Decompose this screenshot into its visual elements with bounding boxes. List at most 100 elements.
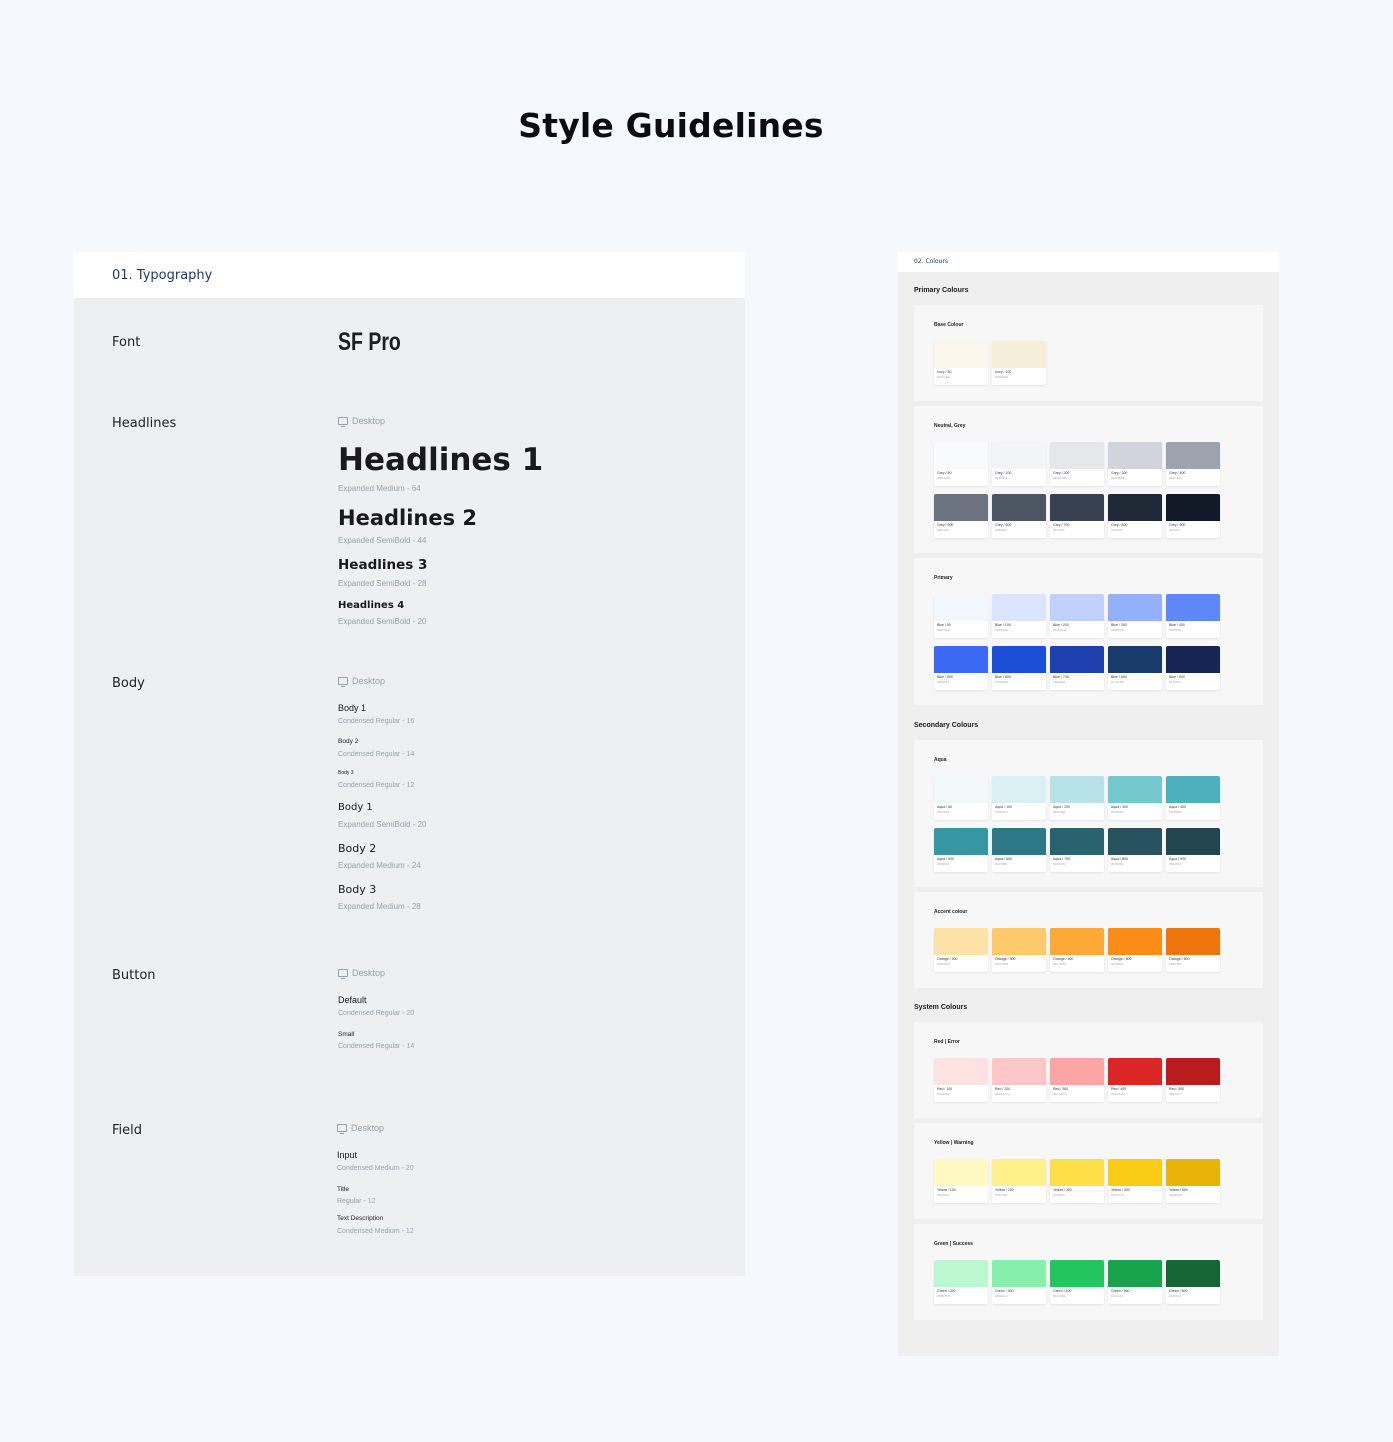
headlines-label: Headlines <box>112 416 177 431</box>
colour-card-base: Base Colour Ivory / 50 #FAF7EE Ivory / 100 #… <box>914 305 1263 401</box>
swatch-fill <box>1166 828 1220 855</box>
swatch-name: Yellow / 200 <box>995 1188 1014 1192</box>
swatch-name: Yellow / 300 <box>1053 1188 1072 1192</box>
field-label: Field <box>112 1123 143 1138</box>
desktop-icon <box>337 1124 347 1134</box>
swatch-fill <box>1050 442 1104 469</box>
colour-swatch: Orange / 600 #EE740C <box>1166 928 1220 972</box>
colour-swatch: Blue / 200 #C0D1FE <box>1050 594 1104 638</box>
colour-card-primary: Primary Blue / 50 #EFF6FF Blue / 100 #DBE4FE… <box>914 558 1263 705</box>
headline-2: Headlines 2 <box>338 506 478 530</box>
swatch-name: Aqua / 100 <box>995 805 1012 809</box>
colour-swatch: Ivory / 100 #F5EED9 <box>992 341 1046 385</box>
colour-swatch: Grey / 700 #374151 <box>1050 494 1104 538</box>
button-small: Small <box>338 1031 355 1038</box>
colour-card-green-success: Green | Success Green / 200 #BBF7D0 Green /… <box>914 1224 1263 1320</box>
section-secondary-colours: Secondary Colours <box>914 722 979 729</box>
colour-swatch: Aqua / 400 #4DB0BC <box>1166 776 1220 820</box>
body-1-condensed-spec: Condensed Regular - 16 <box>338 718 415 725</box>
swatch-fill <box>934 1058 988 1085</box>
swatch-hex: #4DB0BC <box>1169 810 1183 814</box>
swatch-name: Green / 600 <box>1169 1289 1188 1293</box>
swatch-name: Aqua / 700 <box>1053 857 1070 861</box>
swatch-name: Ivory / 100 <box>995 370 1012 374</box>
colour-group-title: Primary <box>934 575 953 581</box>
swatch-fill <box>934 928 988 955</box>
swatch-hex: #2D7888 <box>995 862 1008 866</box>
headline-1-spec: Expanded Medium - 64 <box>338 484 421 493</box>
colour-swatch: Blue / 400 #6087F8 <box>1166 594 1220 638</box>
swatch-fill <box>1108 442 1162 469</box>
desktop-icon <box>338 969 348 979</box>
swatch-fill <box>1108 494 1162 521</box>
colour-swatch: Aqua / 100 #D9F1F3 <box>992 776 1046 820</box>
swatch-fill <box>992 928 1046 955</box>
swatch-fill <box>992 1058 1046 1085</box>
swatch-hex: #172554 <box>1169 680 1181 684</box>
swatch-name: Orange / 500 <box>1111 957 1132 961</box>
swatch-name: Blue / 900 <box>1169 675 1185 679</box>
swatch-fill <box>934 341 988 368</box>
colour-group-title: Accent colour <box>934 909 968 915</box>
headline-2-spec: Expanded SemiBold - 44 <box>338 536 427 545</box>
field-input: Input <box>337 1150 358 1160</box>
swatch-name: Yellow / 400 <box>1111 1188 1130 1192</box>
colour-card-accent: Accent colour Orange / 200 #FEDFA6 Orange /… <box>914 892 1263 988</box>
swatch-hex: #9CA3AF <box>1169 476 1183 480</box>
colour-swatch: Orange / 300 #FDC96B <box>992 928 1046 972</box>
colour-swatch: Blue / 500 #3B69F4 <box>934 646 988 690</box>
swatch-hex: #EE740C <box>1169 962 1182 966</box>
body-1-expanded-spec: Expanded SemiBold - 20 <box>338 820 427 829</box>
colour-swatch: Grey / 800 #1F2937 <box>1108 494 1162 538</box>
swatch-fill <box>1108 1058 1162 1085</box>
section-primary-colours: Primary Colours <box>914 287 969 294</box>
swatch-fill <box>1050 776 1104 803</box>
swatch-name: Orange / 400 <box>1053 957 1074 961</box>
swatch-fill <box>934 828 988 855</box>
field-title: Title <box>337 1186 350 1193</box>
colours-header: 02. Colours <box>898 252 1279 272</box>
swatch-fill <box>1166 928 1220 955</box>
swatch-name: Blue / 100 <box>995 623 1011 627</box>
swatch-fill <box>1166 494 1220 521</box>
colour-swatch: Blue / 50 #EFF6FF <box>934 594 988 638</box>
swatch-name: Grey / 600 <box>995 523 1012 527</box>
device-label: Desktop <box>352 676 386 686</box>
colour-swatch: Blue / 100 #DBE4FE <box>992 594 1046 638</box>
swatch-name: Green / 200 <box>937 1289 956 1293</box>
swatch-hex: #1D4ED8 <box>995 680 1009 684</box>
colour-swatch: Yellow / 400 #FACC15 <box>1108 1159 1162 1203</box>
swatch-name: Blue / 300 <box>1111 623 1127 627</box>
swatch-name: Aqua / 400 <box>1169 805 1186 809</box>
swatch-fill <box>992 594 1046 621</box>
page-title: Style Guidelines <box>518 106 824 145</box>
swatch-hex: #16A34A <box>1111 1294 1124 1298</box>
swatch-fill <box>1108 928 1162 955</box>
colour-swatch: Orange / 500 #F98D16 <box>1108 928 1162 972</box>
body-1-expanded: Body 1 <box>338 802 373 813</box>
swatch-hex: #B7E3E6 <box>1053 810 1066 814</box>
colour-swatch: Grey / 300 #D1D5DB <box>1108 442 1162 486</box>
swatch-name: Blue / 200 <box>1053 623 1069 627</box>
swatch-hex: #DC2626 <box>1111 1092 1124 1096</box>
colour-swatch: Blue / 300 #93B0FB <box>1108 594 1162 638</box>
colour-swatch: Aqua / 800 #27525E <box>1108 828 1162 872</box>
swatch-hex: #BBF7D0 <box>937 1294 951 1298</box>
swatch-fill <box>1050 928 1104 955</box>
headline-3-spec: Expanded SemiBold - 28 <box>338 579 427 588</box>
field-text-description-spec: Condensed Medium - 12 <box>337 1228 414 1235</box>
swatch-name: Orange / 300 <box>995 957 1016 961</box>
swatch-hex: #EAB308 <box>1169 1193 1182 1197</box>
colour-swatch: Ivory / 50 #FAF7EE <box>934 341 988 385</box>
swatch-name: Aqua / 50 <box>937 805 952 809</box>
colour-group-title: Red | Error <box>934 1039 960 1045</box>
swatch-name: Blue / 600 <box>995 675 1011 679</box>
colour-swatch: Red / 100 #FEE2E2 <box>934 1058 988 1102</box>
headline-4-spec: Expanded SemiBold - 20 <box>338 617 427 626</box>
desktop-icon <box>338 417 348 427</box>
swatch-fill <box>992 776 1046 803</box>
swatch-hex: #C0D1FE <box>1053 628 1067 632</box>
swatch-name: Aqua / 300 <box>1111 805 1128 809</box>
colour-card-yellow-warning: Yellow | Warning Yellow / 100 #FEF9C3 Yello… <box>914 1123 1263 1219</box>
colour-swatch: Aqua / 500 #3696A2 <box>934 828 988 872</box>
